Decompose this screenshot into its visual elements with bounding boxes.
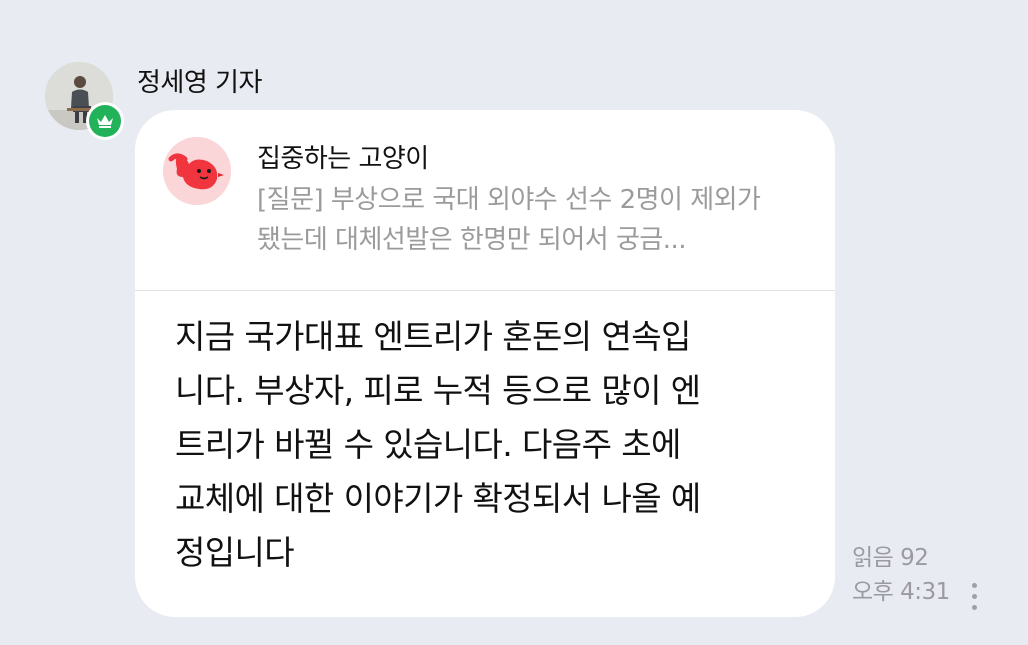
- crown-icon: [97, 115, 113, 128]
- sender-name[interactable]: 정세영 기자: [137, 62, 262, 99]
- message-meta: 읽음 92 오후 4:31: [852, 541, 950, 609]
- message-time: 오후 4:31: [852, 579, 950, 605]
- more-options-button[interactable]: [962, 574, 986, 618]
- quote-author-avatar: [163, 137, 231, 205]
- crown-badge: [86, 102, 124, 140]
- read-count: 읽음 92: [852, 545, 929, 571]
- more-vertical-icon: [971, 582, 977, 588]
- message-text: 지금 국가대표 엔트리가 혼돈의 연속입 니다. 부상자, 피로 누적 등으로 …: [175, 317, 701, 572]
- quote-text: [질문] 부상으로 국대 외야수 선수 2명이 제외가 됐는데 대체선발은 한명…: [257, 185, 761, 255]
- red-bird-icon: [163, 137, 231, 205]
- quoted-question[interactable]: 집중하는 고양이 [질문] 부상으로 국대 외야수 선수 2명이 제외가 됐는데…: [135, 110, 835, 291]
- message-bubble[interactable]: 집중하는 고양이 [질문] 부상으로 국대 외야수 선수 2명이 제외가 됐는데…: [135, 110, 835, 617]
- quote-author-name: 집중하는 고양이: [257, 144, 429, 174]
